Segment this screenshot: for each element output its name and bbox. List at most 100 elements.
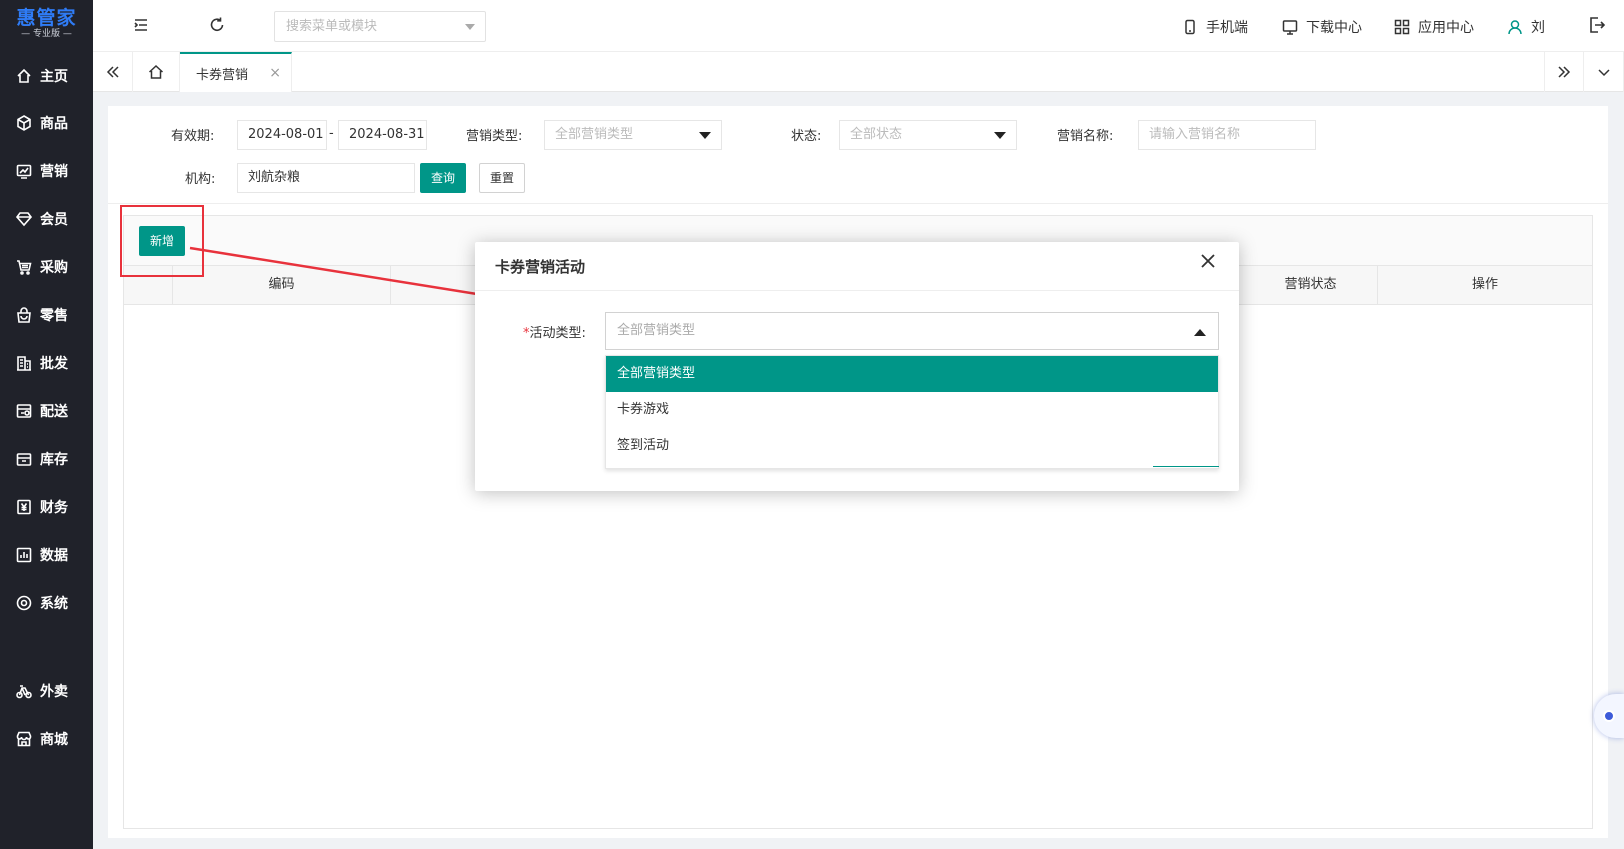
mobile-link[interactable]: 手机端 [1182,17,1248,37]
date-separator: - [329,126,334,141]
activity-type-label: *活动类型: [523,322,586,341]
apps-label: 应用中心 [1418,20,1474,36]
marketing-type-label: 营销类型: [466,129,523,144]
activity-type-select[interactable]: 全部营销类型 [605,312,1219,350]
sidebar-item-system[interactable]: 系统 [0,583,93,623]
dialog-title: 卡券营销活动 [495,258,586,276]
home-icon [148,64,164,79]
settings-icon [16,595,32,611]
date-end-input[interactable]: 2024-08-31 [338,120,427,150]
bag-icon [17,307,31,323]
sidebar-item-finance[interactable]: 财务 [0,487,93,527]
activity-type-dropdown: 全部营销类型 卡券游戏 签到活动 [605,355,1219,469]
sidebar-item-label: 配送 [40,404,68,420]
org-input[interactable]: 刘航杂粮 [237,163,415,193]
refresh-icon[interactable] [208,16,228,36]
sidebar-item-products[interactable]: 商品 [0,103,93,143]
sidebar-item-label: 库存 [40,452,68,468]
sidebar-item-inventory[interactable]: 库存 [0,439,93,479]
query-button[interactable]: 查询 [420,163,466,193]
user-menu[interactable]: 刘 [1507,17,1545,37]
logout-icon[interactable] [1588,16,1608,36]
reset-button[interactable]: 重置 [479,163,525,193]
tabs-scroll-right-button[interactable] [1544,52,1584,92]
delivery-icon [16,404,32,418]
bike-icon [16,685,32,699]
double-chevron-left-icon [106,66,119,78]
dropdown-option-checkin[interactable]: 签到活动 [606,428,1218,464]
tab-card-coupon-marketing[interactable]: 卡券营销 × [180,52,292,92]
sidebar-item-label: 采购 [40,260,68,276]
marketing-type-select[interactable]: 全部营销类型 [544,120,722,150]
caret-down-icon [699,132,711,139]
apps-grid-icon [1394,19,1410,35]
activity-type-placeholder: 全部营销类型 [617,323,696,338]
home-icon [17,68,31,83]
chevron-down-icon [1597,69,1610,77]
close-icon[interactable] [1201,254,1221,274]
logo-title: 惠管家 [16,7,77,29]
cube-icon [17,115,31,131]
card-coupon-activity-dialog: 卡券营销活动 *活动类型: 全部营销类型 全部营销类型 卡券游戏 签到活动 [475,242,1239,491]
sidebar-item-label: 系统 [40,596,68,612]
user-name: 刘 [1531,20,1545,36]
sidebar-item-label: 零售 [40,308,68,324]
assistant-icon [1603,710,1615,722]
marketing-name-input[interactable]: 请输入营销名称 [1138,120,1316,150]
logo-subtitle: — 专业版 — [21,29,72,39]
dialog-divider [475,290,1239,291]
double-chevron-right-icon [1558,66,1571,78]
sidebar-item-takeout[interactable]: 外卖 [0,671,93,711]
marketing-type-placeholder: 全部营销类型 [555,127,634,142]
divider [108,203,1608,204]
sidebar-item-purchase[interactable]: 采购 [0,247,93,287]
sidebar-item-label: 数据 [40,548,68,564]
download-icon [1282,20,1298,35]
column-header-code[interactable]: 编码 [172,266,390,304]
download-center-link[interactable]: 下载中心 [1282,17,1362,37]
date-start-input[interactable]: 2024-08-01 [237,120,327,150]
chart-icon [16,164,32,179]
column-header-actions[interactable]: 操作 [1377,266,1592,304]
tabs-scroll-left-button[interactable] [93,52,133,92]
sidebar-item-delivery[interactable]: 配送 [0,391,93,431]
dialog-confirm-button-edge [1153,464,1219,467]
menu-toggle-icon[interactable] [132,16,152,36]
dropdown-option-all[interactable]: 全部营销类型 [606,356,1218,392]
sidebar-item-retail[interactable]: 零售 [0,295,93,335]
dropdown-option-coupon-game[interactable]: 卡券游戏 [606,392,1218,428]
app-center-link[interactable]: 应用中心 [1394,17,1474,37]
user-icon [1508,20,1522,35]
sidebar-item-data[interactable]: 数据 [0,535,93,575]
sidebar-item-members[interactable]: 会员 [0,199,93,239]
close-icon[interactable]: × [269,65,281,81]
search-placeholder: 搜索菜单或模块 [286,19,378,34]
org-label: 机构: [185,172,216,187]
marketing-name-label: 营销名称: [1057,129,1114,144]
chevron-down-icon [465,24,475,30]
tab-label: 卡券营销 [196,67,249,83]
yen-icon [17,499,31,515]
cart-icon [17,260,32,275]
caret-up-icon [1194,329,1206,336]
sidebar-item-label: 商品 [40,116,68,132]
mobile-label: 手机端 [1206,20,1248,36]
sidebar-item-marketing[interactable]: 营销 [0,151,93,191]
tabs-dropdown-button[interactable] [1584,52,1624,92]
sidebar-item-label: 营销 [40,164,68,180]
caret-down-icon [994,132,1006,139]
sidebar-item-label: 外卖 [40,684,68,700]
sidebar-item-home[interactable]: 主页 [0,56,93,96]
tab-home[interactable] [133,52,180,92]
tabs-bar: 卡券营销 × [93,52,1624,92]
status-placeholder: 全部状态 [850,127,903,142]
app-logo[interactable]: 惠管家 — 专业版 — [0,0,93,48]
sidebar-item-label: 商城 [40,732,68,748]
status-select[interactable]: 全部状态 [839,120,1017,150]
sidebar-item-wholesale[interactable]: 批发 [0,343,93,383]
store-icon [16,731,32,747]
diamond-icon [16,212,32,227]
search-input[interactable]: 搜索菜单或模块 [274,11,486,42]
inventory-icon [16,453,32,466]
sidebar-item-mall[interactable]: 商城 [0,719,93,759]
